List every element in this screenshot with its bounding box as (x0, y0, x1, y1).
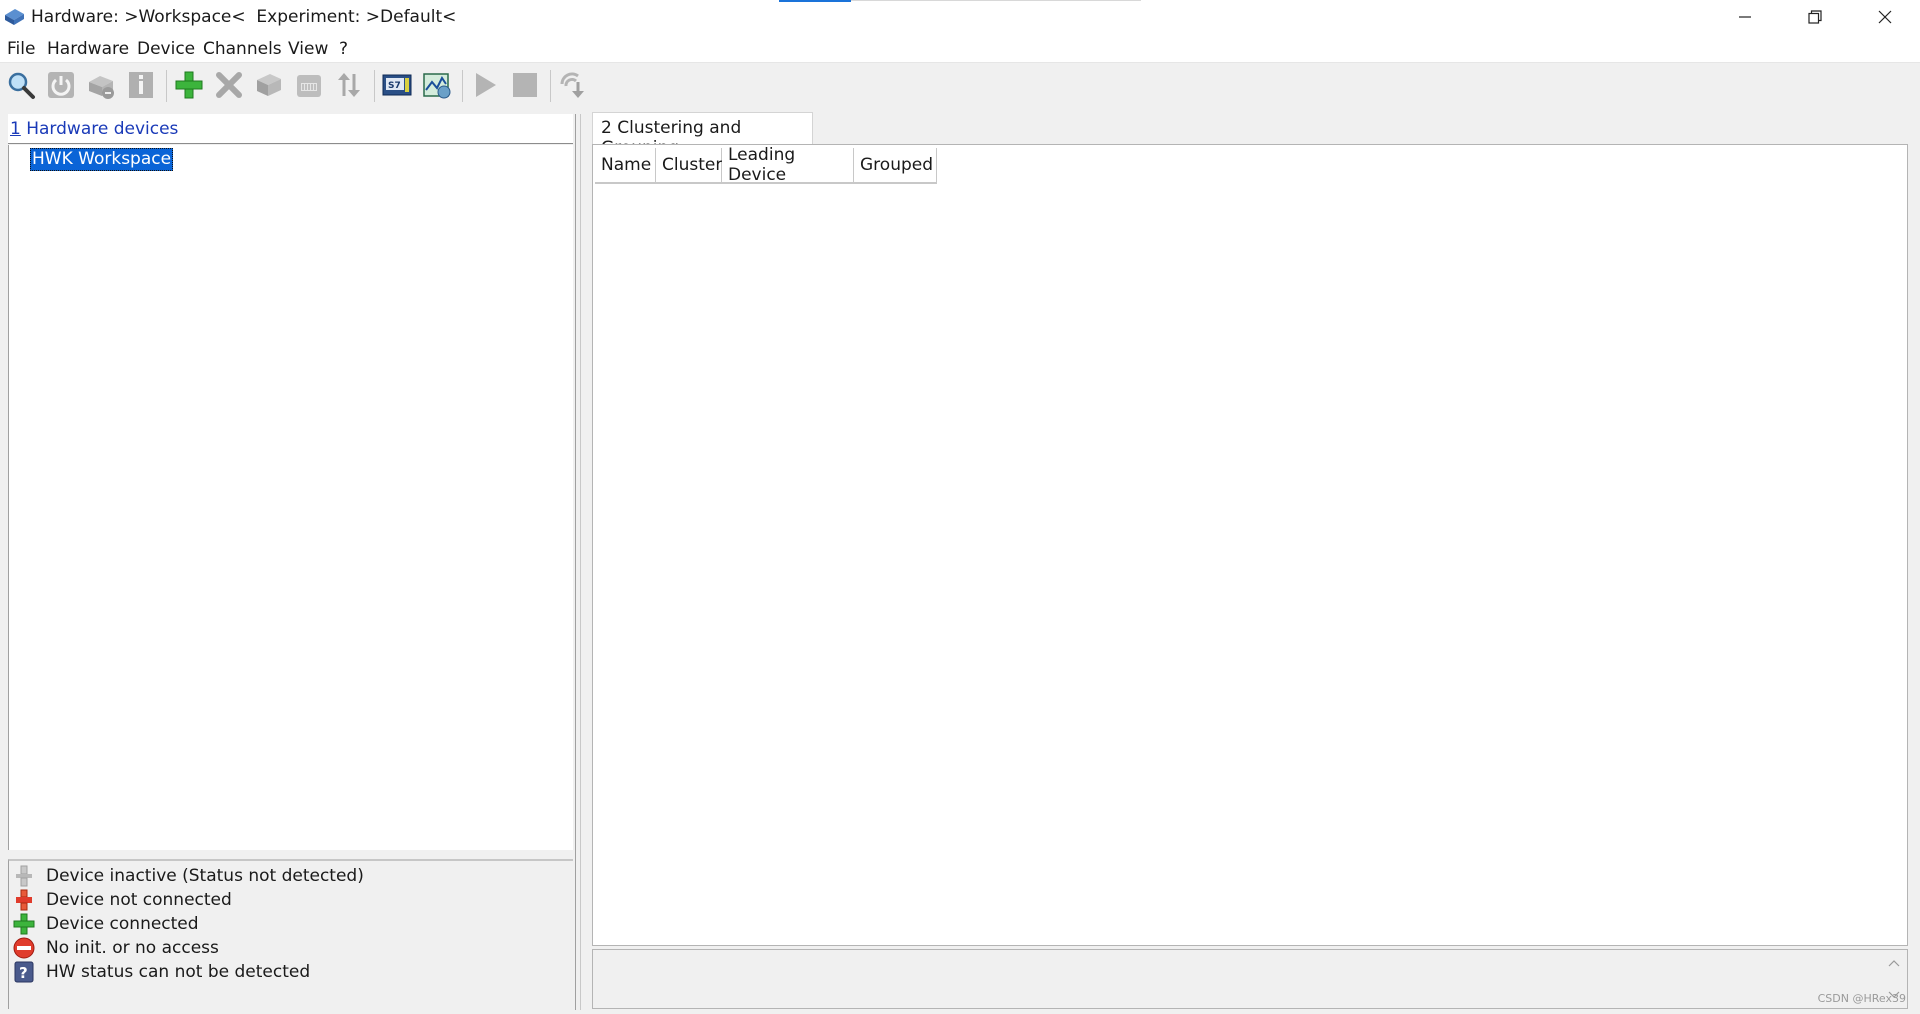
column-header-name[interactable]: Name (595, 148, 656, 182)
power-button[interactable] (44, 68, 78, 102)
restore-icon (1808, 10, 1822, 24)
panel-splitter[interactable] (575, 114, 581, 1010)
toolbar-separator (166, 70, 167, 102)
menu-hardware[interactable]: Hardware (47, 39, 129, 59)
title-accent (779, 0, 851, 2)
power-icon (48, 72, 74, 98)
no-access-icon (13, 937, 35, 959)
scroll-up-icon[interactable] (1888, 958, 1900, 970)
inactive-plug-icon (13, 865, 35, 887)
menu-channels[interactable]: Channels (203, 39, 282, 59)
unknown-status-icon: ? (13, 961, 35, 983)
grid-header: Name Cluster Leading Device Grouped (595, 145, 937, 185)
export-icon (560, 72, 584, 98)
column-header-grouped[interactable]: Grouped (854, 148, 937, 182)
column-header-cluster[interactable]: Cluster (656, 148, 722, 182)
search-button[interactable] (4, 68, 38, 102)
column-header-leading-device[interactable]: Leading Device (722, 145, 854, 185)
legend-label: HW status can not be detected (46, 962, 311, 982)
toolbar: S7 (0, 64, 1920, 108)
play-button[interactable] (468, 68, 502, 102)
search-icon (8, 72, 35, 99)
panel-title-label: Hardware devices (26, 119, 179, 139)
window-title: Hardware: >Workspace< Experiment: >Defau… (31, 7, 457, 27)
legend-row: Device connected (13, 911, 199, 937)
delete-button[interactable] (212, 68, 246, 102)
stop-button[interactable] (508, 68, 542, 102)
output-pane (592, 949, 1908, 1009)
module-button[interactable] (252, 68, 286, 102)
device-icon (297, 75, 321, 97)
legend-label: Device inactive (Status not detected) (46, 866, 364, 886)
toolbar-separator (550, 70, 551, 102)
legend-row: No init. or no access (13, 935, 219, 961)
not-connected-plug-icon (13, 889, 35, 911)
minimize-button[interactable] (1710, 0, 1780, 34)
menu-view[interactable]: View (288, 39, 328, 59)
info-icon (129, 72, 153, 98)
diagnostic-icon (423, 73, 451, 99)
panel-header: 1 Hardware devices (8, 114, 573, 144)
s7-icon: S7 (382, 74, 412, 96)
export-button[interactable] (556, 68, 590, 102)
add-icon (175, 71, 203, 99)
panel-title[interactable]: 1 Hardware devices (10, 119, 178, 139)
toolbar-separator (374, 70, 375, 102)
menu-device[interactable]: Device (137, 39, 195, 59)
diagnostic-button[interactable] (420, 68, 454, 102)
delete-icon (216, 72, 242, 98)
watermark: CSDN @HRex39 (1817, 992, 1906, 1005)
sort-button[interactable] (332, 68, 366, 102)
legend-row: Device not connected (13, 887, 232, 913)
panel-number: 1 (10, 119, 21, 139)
close-button[interactable] (1850, 0, 1920, 34)
title-bar: Hardware: >Workspace< Experiment: >Defau… (0, 0, 1920, 36)
disconnect-button[interactable] (84, 68, 118, 102)
svg-text:S7: S7 (388, 81, 401, 91)
s7-button[interactable]: S7 (380, 68, 414, 102)
stop-icon (513, 73, 537, 97)
add-button[interactable] (172, 68, 206, 102)
device-button[interactable] (292, 68, 326, 102)
toolbar-separator (462, 70, 463, 102)
restore-button[interactable] (1780, 0, 1850, 34)
legend-label: No init. or no access (46, 938, 219, 958)
menu-file[interactable]: File (7, 39, 35, 59)
legend-label: Device connected (46, 914, 199, 934)
info-button[interactable] (124, 68, 158, 102)
app-icon (3, 7, 25, 27)
title-accent-secondary (851, 0, 1141, 1)
close-icon (1878, 10, 1892, 24)
minimize-icon (1739, 16, 1751, 18)
sort-icon (338, 73, 360, 97)
play-icon (476, 73, 496, 97)
menu-help[interactable]: ? (339, 39, 348, 59)
legend-row: Device inactive (Status not detected) (13, 863, 364, 889)
hardware-devices-panel: 1 Hardware devices HWK Workspace Device … (8, 114, 573, 1010)
menu-bar: File Hardware Device Channels View ? (0, 36, 1920, 63)
disconnect-icon (89, 76, 114, 99)
svg-text:?: ? (19, 964, 28, 982)
tree-item-hwk-workspace[interactable]: HWK Workspace (30, 148, 174, 171)
status-legend: Device inactive (Status not detected) De… (8, 859, 573, 1009)
box-icon (257, 74, 281, 96)
connected-plug-icon (13, 913, 35, 935)
tab-clustering-and-grouping[interactable]: 2 Clustering and Grouping (592, 112, 813, 158)
legend-label: Device not connected (46, 890, 232, 910)
clustering-grid: Name Cluster Leading Device Grouped (592, 144, 1908, 946)
legend-row: ? HW status can not be detected (13, 959, 310, 985)
device-tree[interactable]: HWK Workspace (8, 145, 573, 850)
